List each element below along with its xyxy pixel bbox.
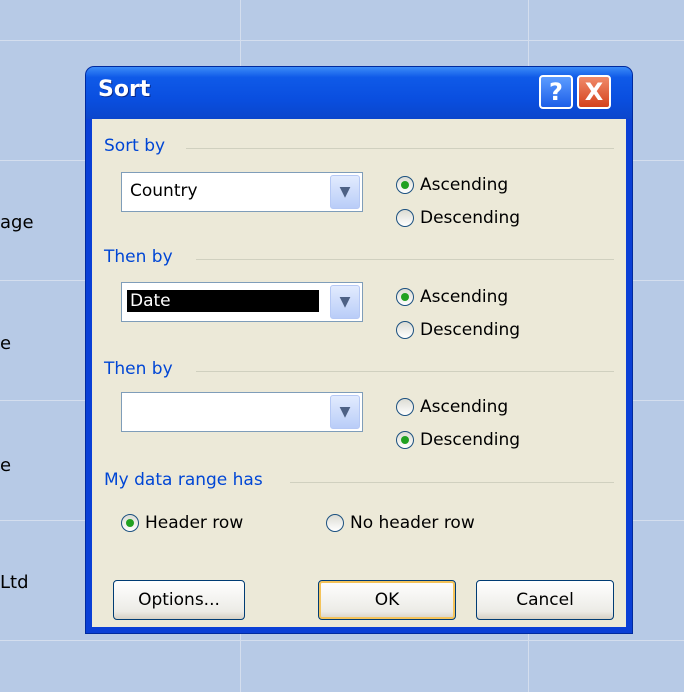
grid-line — [0, 640, 684, 641]
group-divider — [186, 148, 614, 149]
dialog-body: Sort by Country ▼ Ascending Descending T… — [92, 119, 626, 627]
radio-label: Ascending — [420, 287, 509, 307]
cell-text: age — [0, 212, 34, 233]
then-by-1-dropdown-button[interactable]: ▼ — [330, 285, 360, 319]
sort-by-ascending-radio[interactable]: Ascending — [396, 175, 508, 195]
then-by-label: Then by — [104, 359, 173, 379]
radio-label: Header row — [145, 513, 244, 533]
radio-indicator — [326, 514, 344, 532]
then-by-2-ascending-radio[interactable]: Ascending — [396, 397, 508, 417]
radio-label: Ascending — [420, 175, 509, 195]
no-header-row-radio[interactable]: No header row — [326, 513, 475, 533]
group-divider — [290, 482, 614, 483]
options-button[interactable]: Options... — [113, 580, 245, 620]
sort-by-dropdown-button[interactable]: ▼ — [330, 175, 360, 209]
then-by-2-descending-radio[interactable]: Descending — [396, 430, 520, 450]
sort-by-descending-radio[interactable]: Descending — [396, 208, 520, 228]
then-by-2-dropdown-button[interactable]: ▼ — [330, 395, 360, 429]
radio-indicator — [396, 398, 414, 416]
group-divider — [196, 259, 614, 260]
cancel-button[interactable]: Cancel — [476, 580, 614, 620]
radio-indicator — [121, 514, 139, 532]
cell-text: e — [0, 333, 12, 354]
then-by-2-combobox[interactable]: ▼ — [121, 392, 363, 432]
then-by-1-descending-radio[interactable]: Descending — [396, 320, 520, 340]
sort-by-value: Country — [130, 181, 198, 201]
chevron-down-icon: ▼ — [339, 404, 351, 420]
radio-indicator — [396, 288, 414, 306]
help-icon: ? — [549, 78, 563, 106]
group-divider — [196, 371, 614, 372]
ok-button[interactable]: OK — [318, 580, 456, 620]
data-range-label: My data range has — [104, 470, 263, 490]
sort-by-combobox[interactable]: Country ▼ — [121, 172, 363, 212]
cell-text: e — [0, 455, 12, 476]
radio-indicator — [396, 209, 414, 227]
then-by-1-ascending-radio[interactable]: Ascending — [396, 287, 508, 307]
then-by-2-value — [127, 400, 133, 402]
sort-by-label: Sort by — [104, 136, 166, 156]
then-by-label: Then by — [104, 247, 173, 267]
title-bar[interactable]: Sort ? X — [86, 67, 632, 119]
radio-label: Descending — [420, 430, 521, 450]
radio-label: Descending — [420, 208, 521, 228]
close-icon: X — [584, 78, 604, 106]
radio-label: Ascending — [420, 397, 509, 417]
header-row-radio[interactable]: Header row — [121, 513, 243, 533]
cell-text: Ltd — [0, 572, 29, 593]
help-button[interactable]: ? — [539, 75, 573, 109]
radio-indicator — [396, 321, 414, 339]
radio-indicator — [396, 431, 414, 449]
grid-line — [0, 40, 684, 41]
then-by-1-combobox[interactable]: Date ▼ — [121, 282, 363, 322]
then-by-1-value: Date — [127, 290, 319, 312]
radio-label: No header row — [350, 513, 475, 533]
chevron-down-icon: ▼ — [339, 294, 351, 310]
chevron-down-icon: ▼ — [339, 184, 351, 200]
close-button[interactable]: X — [577, 75, 611, 109]
radio-label: Descending — [420, 320, 521, 340]
radio-indicator — [396, 176, 414, 194]
sort-dialog: Sort ? X Sort by Country ▼ Ascending Des… — [86, 67, 632, 633]
dialog-title: Sort — [98, 77, 151, 102]
